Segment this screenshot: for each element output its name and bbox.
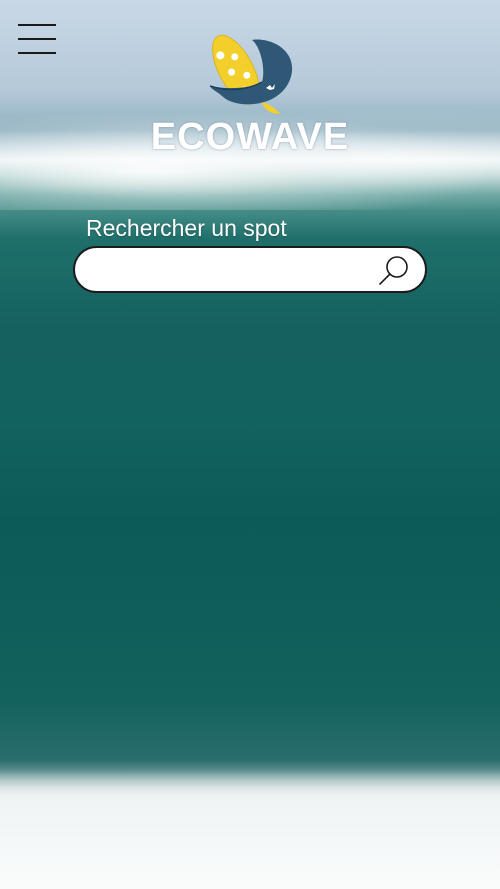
search-icon[interactable] [377, 254, 411, 288]
surf-cap-logo-icon [209, 34, 293, 114]
brand-name: ECOWAVE [150, 116, 350, 158]
search-box[interactable] [73, 246, 427, 293]
brand-logo[interactable] [200, 28, 300, 118]
home-screen: ECOWAVE Rechercher un spot [0, 0, 500, 889]
search-label: Rechercher un spot [86, 215, 287, 241]
search-input[interactable] [93, 256, 377, 286]
menu-button[interactable] [18, 24, 58, 56]
